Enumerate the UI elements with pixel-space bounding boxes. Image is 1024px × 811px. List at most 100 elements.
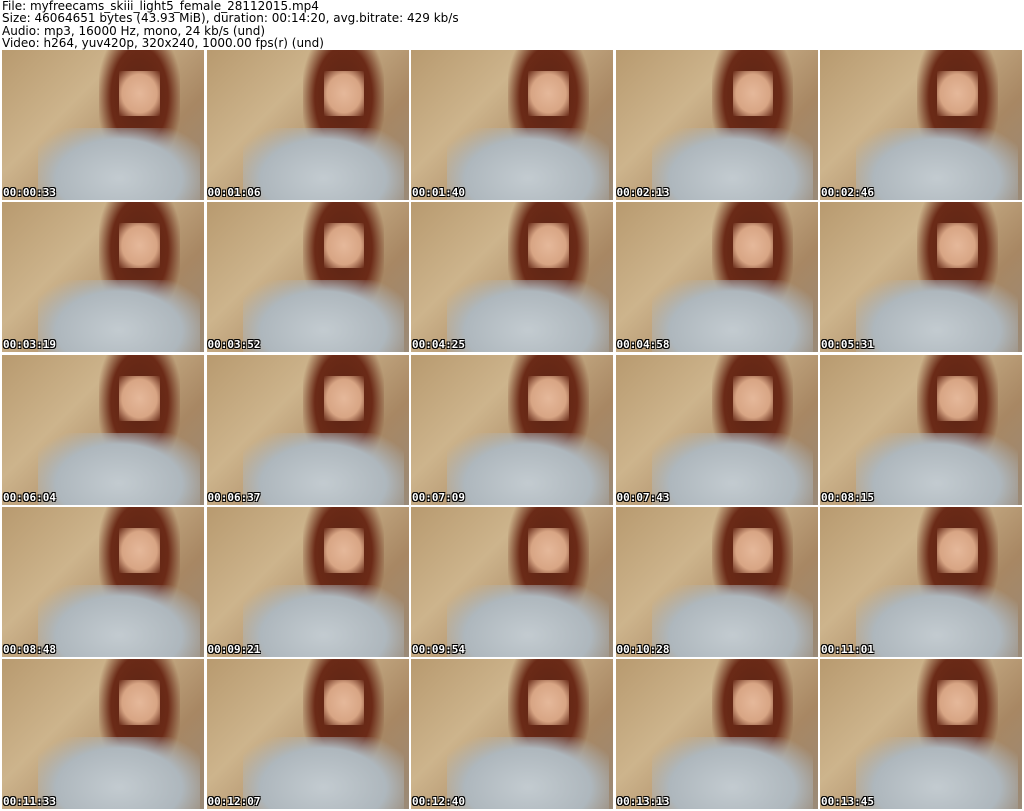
thumbnail-timestamp: 00:01:06 bbox=[207, 186, 261, 199]
thumbnail-timestamp: 00:11:01 bbox=[821, 642, 874, 656]
video-thumbnail: 00:11:01 bbox=[820, 506, 1022, 657]
thumbnail-timestamp: 00:03:52 bbox=[207, 338, 261, 352]
thumbnail-timestamp: 00:01:40 bbox=[412, 186, 465, 199]
video-thumbnail: 00:09:54 bbox=[411, 506, 613, 657]
thumbnail-hoodie-shape bbox=[38, 737, 200, 809]
thumbnail-grid: 00:00:33 00:01:06 00:01:40 00:02:13 00:02:46… bbox=[2, 50, 1022, 809]
thumbnail-hoodie-shape bbox=[447, 737, 609, 809]
video-thumbnail: 00:03:19 bbox=[2, 202, 204, 353]
thumbnail-face-shape bbox=[119, 375, 160, 421]
thumbnail-timestamp: 00:08:48 bbox=[3, 642, 56, 656]
thumbnail-hoodie-shape bbox=[856, 584, 1018, 657]
video-thumbnail: 00:02:46 bbox=[820, 50, 1022, 200]
thumbnail-face-shape bbox=[119, 680, 160, 725]
thumbnail-hoodie-shape bbox=[856, 432, 1018, 505]
thumbnail-face-shape bbox=[528, 527, 569, 573]
video-thumbnail: 00:11:33 bbox=[2, 659, 204, 809]
thumbnail-face-shape bbox=[528, 71, 569, 116]
thumbnail-hoodie-shape bbox=[651, 584, 814, 657]
video-thumbnail: 00:13:13 bbox=[615, 659, 818, 809]
thumbnail-timestamp: 00:02:13 bbox=[616, 186, 670, 199]
video-thumbnail: 00:12:40 bbox=[411, 659, 613, 809]
thumbnail-face-shape bbox=[119, 223, 160, 269]
thumbnail-face-shape bbox=[937, 223, 978, 269]
thumbnail-hoodie-shape bbox=[242, 128, 405, 200]
thumbnail-hoodie-shape bbox=[651, 280, 814, 353]
thumbnail-face-shape bbox=[119, 71, 160, 116]
thumbnail-face-shape bbox=[732, 375, 774, 421]
video-thumbnail: 00:00:33 bbox=[2, 50, 204, 200]
thumbnail-face-shape bbox=[528, 223, 569, 269]
thumbnail-hoodie-shape bbox=[447, 280, 609, 353]
thumbnail-timestamp: 00:08:15 bbox=[821, 490, 874, 504]
thumbnail-timestamp: 00:07:43 bbox=[616, 490, 670, 504]
thumbnail-face-shape bbox=[528, 680, 569, 725]
thumbnail-timestamp: 00:12:40 bbox=[412, 795, 465, 808]
thumbnail-hoodie-shape bbox=[856, 128, 1018, 200]
thumbnail-hoodie-shape bbox=[651, 737, 814, 809]
video-thumbnail: 00:04:58 bbox=[615, 202, 818, 353]
thumbnail-face-shape bbox=[119, 527, 160, 573]
video-thumbnail: 00:07:09 bbox=[411, 354, 613, 505]
thumbnail-hoodie-shape bbox=[447, 432, 609, 505]
thumbnail-hoodie-shape bbox=[856, 737, 1018, 809]
thumbnail-hoodie-shape bbox=[38, 432, 200, 505]
thumbnail-hoodie-shape bbox=[856, 280, 1018, 353]
video-thumbnail: 00:07:43 bbox=[615, 354, 818, 505]
thumbnail-face-shape bbox=[937, 680, 978, 725]
thumbnail-hoodie-shape bbox=[651, 432, 814, 505]
video-thumbnail: 00:09:21 bbox=[206, 506, 409, 657]
thumbnail-timestamp: 00:04:25 bbox=[412, 338, 465, 352]
thumbnail-timestamp: 00:13:45 bbox=[821, 795, 874, 808]
thumbnail-face-shape bbox=[937, 71, 978, 116]
thumbnail-face-shape bbox=[323, 527, 365, 573]
thumbnail-face-shape bbox=[528, 375, 569, 421]
thumbnail-timestamp: 00:02:46 bbox=[821, 186, 874, 199]
thumbnail-timestamp: 00:06:37 bbox=[207, 490, 261, 504]
thumbnail-timestamp: 00:00:33 bbox=[3, 186, 56, 199]
thumbnail-timestamp: 00:07:09 bbox=[412, 490, 465, 504]
video-thumbnail: 00:04:25 bbox=[411, 202, 613, 353]
thumbnail-face-shape bbox=[323, 223, 365, 269]
thumbnail-hoodie-shape bbox=[242, 280, 405, 353]
video-thumbnail: 00:01:40 bbox=[411, 50, 613, 200]
video-thumbnail: 00:06:37 bbox=[206, 354, 409, 505]
file-info-header: File: myfreecams_skiii_light5_female_281… bbox=[2, 0, 1022, 50]
thumbnail-hoodie-shape bbox=[447, 584, 609, 657]
thumbnail-timestamp: 00:13:13 bbox=[616, 795, 670, 808]
thumbnail-timestamp: 00:10:28 bbox=[616, 642, 670, 656]
video-thumbnail: 00:10:28 bbox=[615, 506, 818, 657]
thumbnail-face-shape bbox=[732, 223, 774, 269]
video-thumbnail: 00:08:15 bbox=[820, 354, 1022, 505]
video-thumbnail: 00:03:52 bbox=[206, 202, 409, 353]
video-thumbnail: 00:08:48 bbox=[2, 506, 204, 657]
video-thumbnail: 00:13:45 bbox=[820, 659, 1022, 809]
thumbnail-face-shape bbox=[732, 680, 774, 725]
thumbnail-hoodie-shape bbox=[242, 737, 405, 809]
thumbnail-hoodie-shape bbox=[242, 432, 405, 505]
thumbnail-face-shape bbox=[937, 527, 978, 573]
thumbnail-timestamp: 00:06:04 bbox=[3, 490, 56, 504]
thumbnail-hoodie-shape bbox=[38, 128, 200, 200]
video-thumbnail: 00:06:04 bbox=[2, 354, 204, 505]
thumbnail-hoodie-shape bbox=[242, 584, 405, 657]
video-thumbnail: 00:02:13 bbox=[615, 50, 818, 200]
thumbnail-timestamp: 00:09:54 bbox=[412, 642, 465, 656]
thumbnail-face-shape bbox=[323, 375, 365, 421]
thumbnail-timestamp: 00:03:19 bbox=[3, 338, 56, 352]
video-thumbnail: 00:05:31 bbox=[820, 202, 1022, 353]
thumbnail-hoodie-shape bbox=[38, 584, 200, 657]
thumbnail-hoodie-shape bbox=[447, 128, 609, 200]
thumbnail-hoodie-shape bbox=[651, 128, 814, 200]
thumbnail-timestamp: 00:12:07 bbox=[207, 795, 261, 808]
thumbnail-face-shape bbox=[732, 71, 774, 116]
thumbnail-face-shape bbox=[937, 375, 978, 421]
thumbnail-hoodie-shape bbox=[38, 280, 200, 353]
video-line: Video: h264, yuv420p, 320x240, 1000.00 f… bbox=[2, 36, 324, 51]
thumbnail-timestamp: 00:05:31 bbox=[821, 338, 874, 352]
thumbnail-face-shape bbox=[323, 71, 365, 116]
thumbnail-face-shape bbox=[732, 527, 774, 573]
thumbnail-timestamp: 00:11:33 bbox=[3, 795, 56, 808]
thumbnail-timestamp: 00:09:21 bbox=[207, 642, 261, 656]
thumbnail-timestamp: 00:04:58 bbox=[616, 338, 670, 352]
